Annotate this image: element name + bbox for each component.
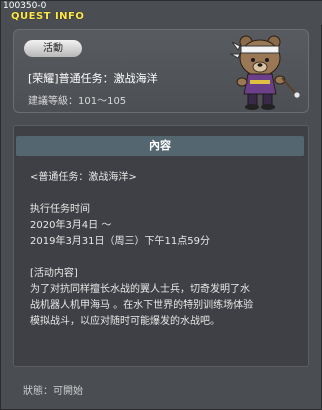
- content-line: [活动内容]: [30, 268, 78, 279]
- quest-info-window: 100350-0 QUEST INFO 活動 [荣耀]普通任务：激战海洋 建議等…: [0, 0, 322, 410]
- quest-title: [荣耀]普通任务：激战海洋: [28, 72, 158, 85]
- content-line: 为了对抗同样擅长水战的翼人士兵，切奇发明了水: [30, 284, 250, 295]
- content-line: [30, 250, 302, 266]
- recommended-level: 建議等級：101～105: [28, 96, 127, 107]
- quest-header-panel: 活動 [荣耀]普通任务：激战海洋 建議等級：101～105: [13, 29, 309, 113]
- content-section-title: 內容: [16, 136, 304, 156]
- bear-npc-icon: [230, 35, 301, 110]
- content-line: 2019年3月31日（周三）下午11点59分: [30, 236, 210, 247]
- content-line: [30, 186, 302, 202]
- quest-description[interactable]: <普通任务：激战海洋> 执行任务时间 2020年3月4日 ～ 2019年3月31…: [30, 170, 302, 330]
- content-line: 模拟战斗，以应对随时可能爆发的水战吧。: [30, 316, 220, 327]
- content-line: 执行任务时间: [30, 204, 90, 215]
- title-bar[interactable]: 100350-0 QUEST INFO: [1, 1, 322, 25]
- window-title: QUEST INFO: [11, 11, 85, 22]
- quest-id: 100350-0: [3, 1, 47, 11]
- content-line: <普通任务：激战海洋>: [30, 172, 137, 183]
- quest-status: 狀態：可開始: [23, 386, 83, 397]
- content-line: 2020年3月4日 ～: [30, 220, 112, 231]
- content-line: 战机器人机甲海马 。在水下世界的特别训练场体验: [30, 300, 254, 311]
- event-badge: 活動: [24, 40, 82, 57]
- content-panel: 內容 <普通任务：激战海洋> 执行任务时间 2020年3月4日 ～ 2019年3…: [13, 125, 309, 367]
